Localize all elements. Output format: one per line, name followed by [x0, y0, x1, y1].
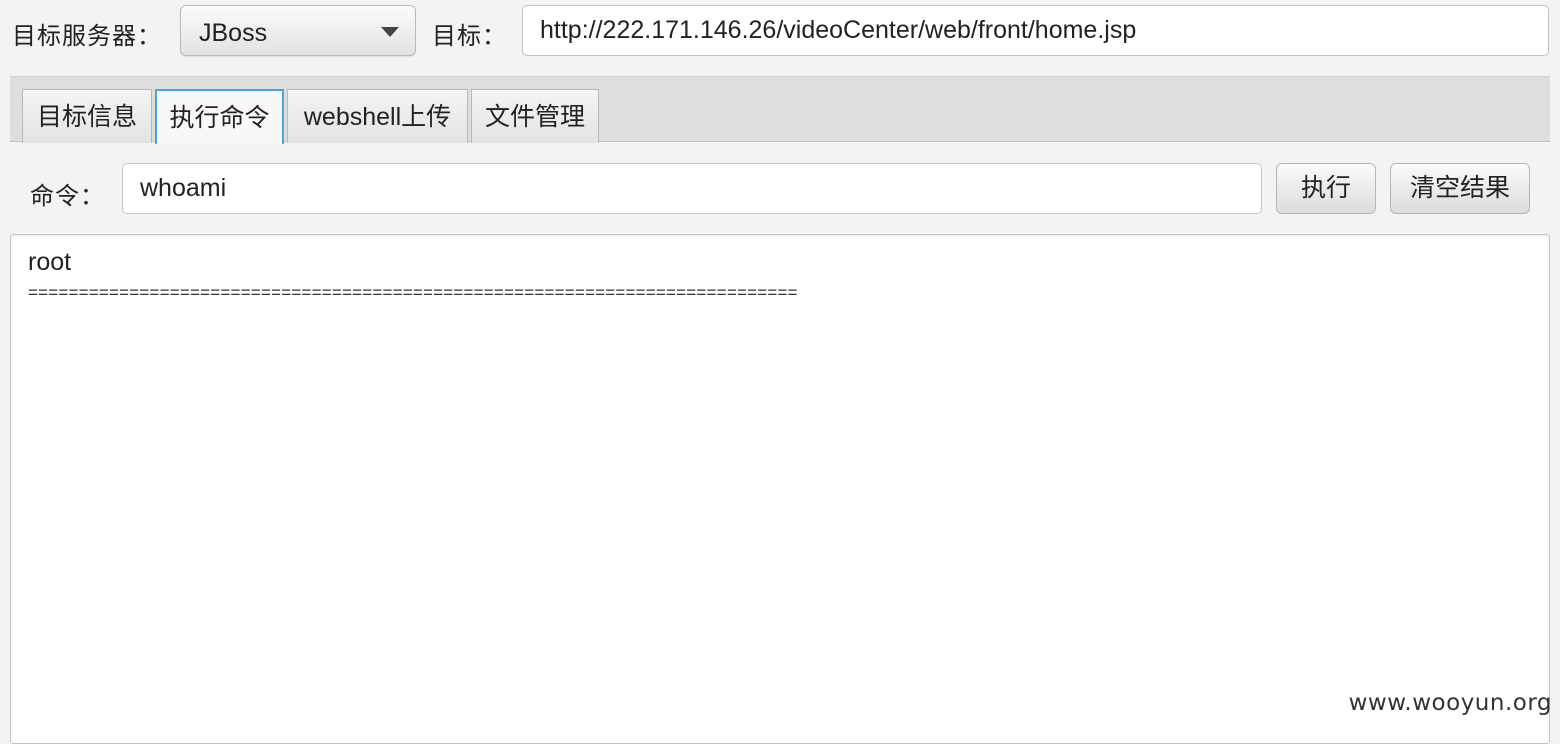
tab-target-info[interactable]: 目标信息	[22, 89, 152, 143]
execute-button[interactable]: 执行	[1276, 163, 1376, 214]
tab-file-management[interactable]: 文件管理	[471, 89, 599, 143]
server-select-value: JBoss	[199, 19, 268, 47]
output-line: root	[28, 248, 72, 276]
target-label: 目标：	[432, 23, 507, 50]
command-label: 命令：	[30, 183, 105, 210]
watermark: www.wooyun.org	[1348, 690, 1552, 716]
tab-execute-command[interactable]: 执行命令	[155, 89, 284, 144]
output-separator-line: ========================================…	[28, 283, 798, 302]
output-area[interactable]: root ===================================…	[10, 234, 1550, 744]
command-input[interactable]: whoami	[122, 163, 1262, 214]
server-select[interactable]: JBoss	[180, 5, 416, 56]
top-bar: 目标服务器： JBoss 目标： http://222.171.146.26/v…	[0, 0, 1560, 64]
chevron-down-icon	[381, 27, 399, 37]
tab-strip: 目标信息 执行命令 webshell上传 文件管理	[10, 76, 1550, 144]
target-url-input[interactable]: http://222.171.146.26/videoCenter/web/fr…	[522, 5, 1549, 56]
server-label: 目标服务器：	[12, 23, 162, 50]
tab-webshell-upload[interactable]: webshell上传	[287, 89, 468, 143]
clear-results-button[interactable]: 清空结果	[1390, 163, 1530, 214]
